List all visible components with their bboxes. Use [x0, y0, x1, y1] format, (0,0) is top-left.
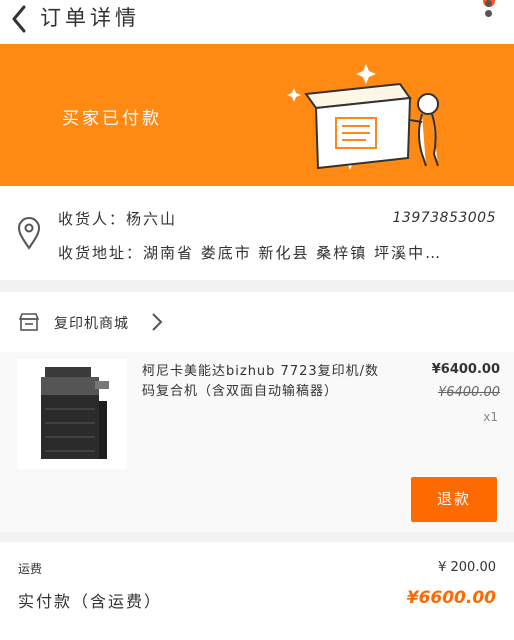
order-item[interactable]: 柯尼卡美能达bizhub 7723复印机/数码复合机（含双面自动输稿器） ¥64…	[0, 352, 514, 532]
payment-summary: 运费 ¥ 200.00 实付款（含运费） ¥6600.00	[0, 542, 514, 640]
chevron-right-icon	[152, 313, 163, 331]
product-image	[17, 359, 127, 469]
receiver-phone: 13973853005	[392, 210, 496, 226]
package-illustration-icon	[287, 64, 439, 170]
store-icon	[18, 313, 40, 331]
header-bar: 订单详情	[0, 0, 514, 44]
location-pin-icon	[17, 217, 41, 250]
back-arrow-icon[interactable]	[6, 3, 34, 35]
receiver-address: 收货地址：湖南省 娄底市 新化县 桑梓镇 坪溪中…	[58, 244, 443, 262]
refund-button[interactable]: 退款	[411, 477, 497, 522]
receiver-name: 收货人：杨六山	[58, 210, 178, 228]
product-price: ¥6400.00	[431, 362, 500, 377]
shop-row[interactable]: 复印机商城	[0, 292, 514, 353]
shop-name: 复印机商城	[54, 316, 129, 332]
product-name[interactable]: 柯尼卡美能达bizhub 7723复印机/数码复合机（含双面自动输稿器）	[142, 362, 392, 402]
product-quantity: x1	[483, 410, 498, 424]
order-status: 买家已付款	[62, 109, 162, 129]
shipping-address-card[interactable]: 收货人：杨六山 13973853005 收货地址：湖南省 娄底市 新化县 桑梓镇…	[0, 186, 514, 280]
shipping-label: 运费	[18, 562, 43, 576]
product-original-price: ¥6400.00	[437, 385, 500, 400]
total-value: ¥6600.00	[406, 588, 496, 608]
total-label: 实付款（含运费）	[18, 592, 163, 611]
shipping-value: ¥ 200.00	[438, 560, 496, 575]
more-menu-icon[interactable]	[482, 0, 494, 28]
page-title: 订单详情	[40, 6, 140, 30]
status-banner: 买家已付款	[0, 44, 514, 186]
